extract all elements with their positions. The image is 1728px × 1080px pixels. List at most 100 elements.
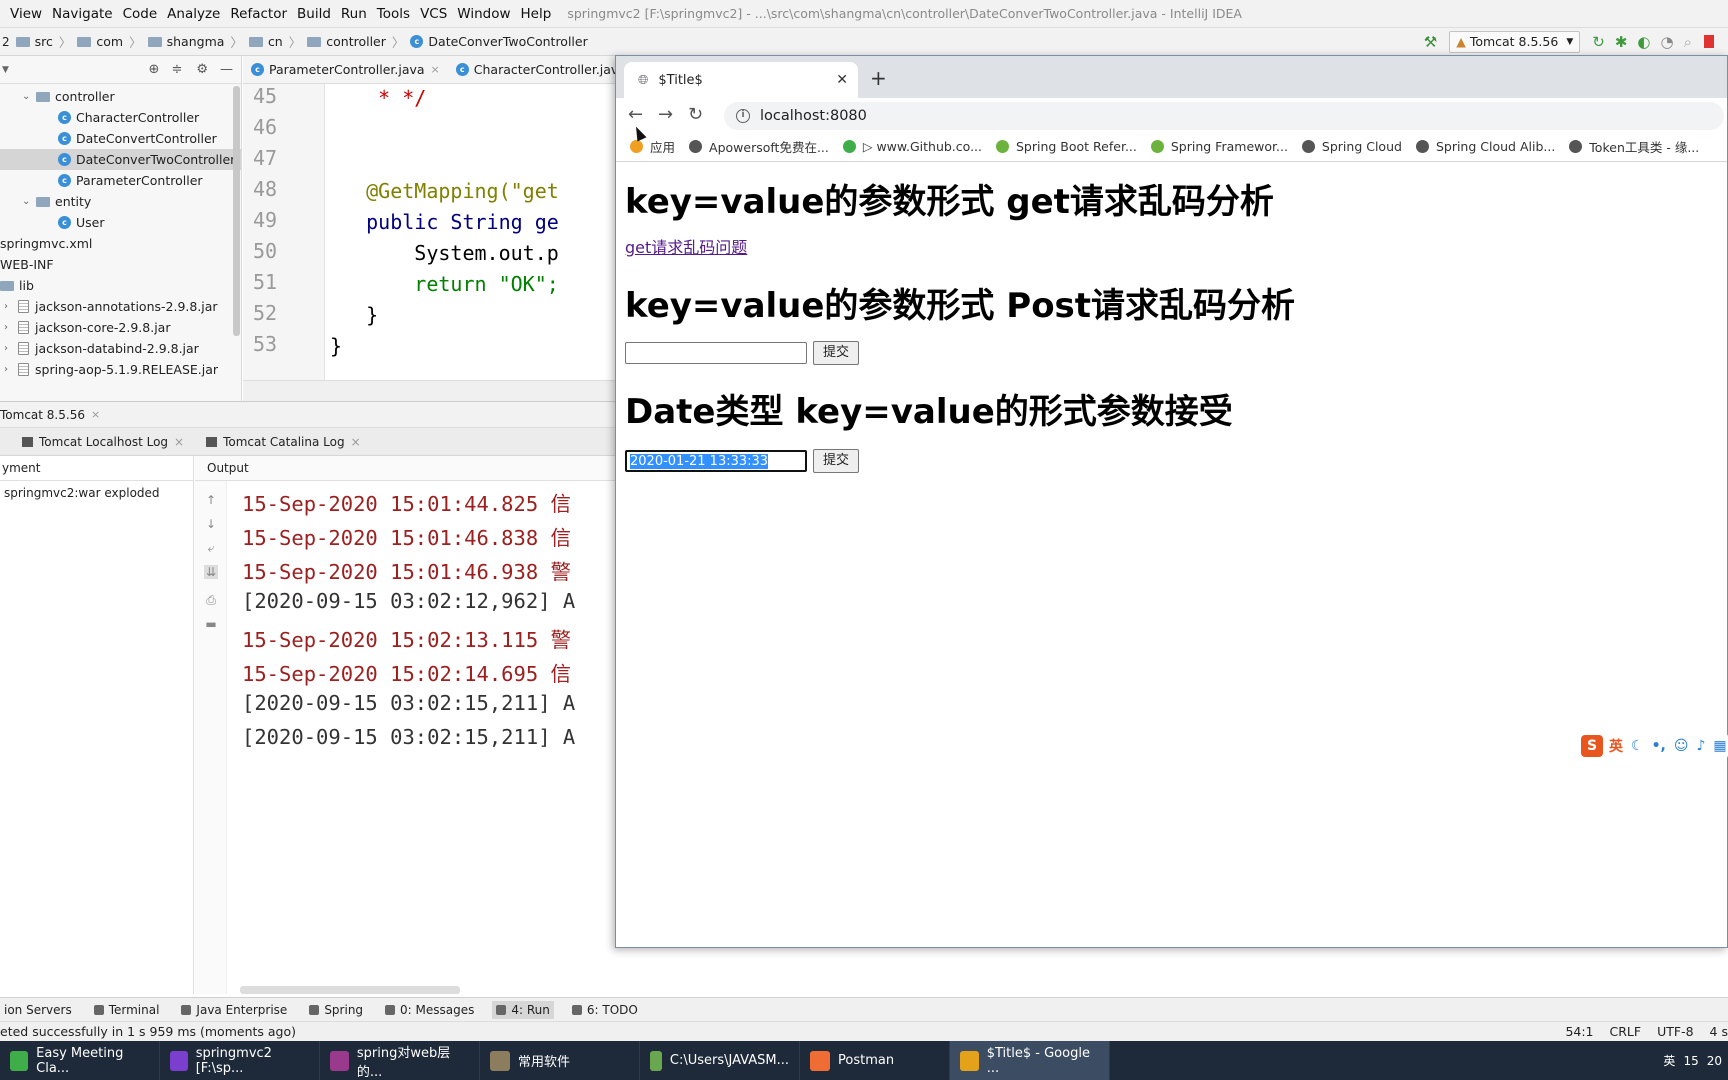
scroll-up-icon[interactable]: ↑ (204, 493, 218, 507)
breadcrumb-item[interactable]: src 〉 (15, 32, 71, 51)
taskbar-item[interactable]: C:\Users\JAVASM... (640, 1041, 800, 1080)
run-config-select[interactable]: ▲ Tomcat 8.5.56 ▼ (1449, 30, 1581, 53)
tree-item[interactable]: lib (0, 275, 241, 296)
moon-icon[interactable]: ☾ (1631, 738, 1644, 754)
taskbar-item[interactable]: Easy Meeting Cla... (0, 1041, 160, 1080)
menu-run[interactable]: Run (341, 6, 367, 22)
tree-item[interactable]: c DateConvertController (0, 128, 241, 149)
chevron-right-icon[interactable]: › (4, 359, 18, 380)
minimize-icon[interactable]: — (220, 62, 233, 77)
tree-item[interactable]: › jackson-annotations-2.9.8.jar (0, 296, 241, 317)
breadcrumb-item[interactable]: controller 〉 (307, 32, 404, 51)
run-tab[interactable]: Tomcat Catalina Log × (206, 435, 361, 449)
tree-scrollbar[interactable] (233, 86, 240, 336)
status-item[interactable]: 4 s (1710, 1024, 1728, 1039)
breadcrumb-item[interactable]: cn 〉 (248, 32, 301, 51)
menu-help[interactable]: Help (521, 6, 552, 22)
date-submit-button[interactable]: 提交 (813, 449, 859, 473)
tool-tab[interactable]: Spring (305, 1001, 367, 1019)
menu-analyze[interactable]: Analyze (167, 6, 220, 22)
tool-tab[interactable]: ion Servers (0, 1001, 76, 1019)
debug-icon[interactable]: ✱ (1615, 33, 1628, 51)
info-icon[interactable]: i (736, 109, 750, 123)
close-icon[interactable]: × (351, 435, 361, 449)
status-item[interactable]: CRLF (1610, 1024, 1642, 1039)
soft-wrap-icon[interactable]: ⤶ (204, 541, 218, 555)
menu-tools[interactable]: Tools (377, 6, 410, 22)
emoji-icon[interactable]: ☺ (1674, 738, 1689, 754)
coverage-icon[interactable]: ◐ (1637, 33, 1650, 51)
breadcrumb-item[interactable]: c DateConverTwoController (410, 34, 588, 49)
tree-item[interactable]: WEB-INF (0, 254, 241, 275)
bookmark-item[interactable]: Apowersoft免费在... (689, 137, 829, 156)
address-bar[interactable]: i localhost:8080 (724, 102, 1724, 130)
menu-view[interactable]: View (10, 6, 42, 22)
close-icon[interactable]: × (174, 435, 184, 449)
tool-tab[interactable]: 6: TODO (568, 1001, 642, 1019)
bookmark-item[interactable]: Spring Framewor... (1150, 139, 1288, 154)
keyboard-icon[interactable]: ▦ (1713, 738, 1726, 754)
tree-item[interactable]: c DateConverTwoController (0, 149, 241, 170)
bookmark-item[interactable]: ▷ www.Github.co... (842, 139, 982, 154)
back-icon[interactable]: ← (628, 104, 643, 125)
profile-icon[interactable]: ◔ (1661, 33, 1674, 51)
tree-item[interactable]: springmvc.xml (0, 233, 241, 254)
taskbar-item[interactable]: $Title$ - Google ... (950, 1041, 1110, 1080)
breadcrumb-item[interactable]: shangma 〉 (147, 32, 243, 51)
run-tab[interactable]: Tomcat Localhost Log × (22, 435, 184, 449)
output-hscrollbar[interactable] (240, 986, 460, 994)
chevron-down-icon[interactable]: ⌄ (22, 191, 36, 212)
bookmark-item[interactable]: Spring Cloud (1301, 139, 1402, 154)
bookmark-item[interactable]: Spring Boot Refer... (996, 139, 1137, 154)
reload-icon[interactable]: ↻ (688, 104, 703, 125)
editor-tab[interactable]: c ParameterController.java × (243, 56, 448, 84)
tool-tab[interactable]: Java Enterprise (177, 1001, 291, 1019)
menu-build[interactable]: Build (297, 6, 331, 22)
close-icon[interactable]: × (91, 408, 100, 421)
editor-hscrollbar[interactable] (243, 380, 616, 401)
tree-item[interactable]: › spring-aop-5.1.9.RELEASE.jar (0, 359, 241, 380)
tree-item[interactable]: c User (0, 212, 241, 233)
taskbar-item[interactable]: springmvc2 [F:\sp... (160, 1041, 320, 1080)
chevron-right-icon[interactable]: › (4, 338, 18, 359)
menu-window[interactable]: Window (457, 6, 510, 22)
search-icon[interactable]: ⌕ (1684, 33, 1692, 51)
close-tab-icon[interactable]: ✕ (836, 72, 848, 88)
bookmark-item[interactable]: Spring Cloud Alib... (1415, 139, 1555, 154)
tool-tab[interactable]: 4: Run (492, 1000, 554, 1019)
forward-icon[interactable]: → (658, 104, 673, 125)
chevron-right-icon[interactable]: › (4, 296, 18, 317)
tool-tab[interactable]: 0: Messages (381, 1001, 478, 1019)
status-item[interactable]: 54:1 (1565, 1024, 1593, 1039)
browser-tab[interactable]: 🌐︎ $Title$ ✕ (624, 62, 858, 98)
tree-item[interactable]: c ParameterController (0, 170, 241, 191)
ime-toolbar[interactable]: S 英 ☾ •, ☺ ♪ ▦ (1575, 733, 1728, 759)
scroll-end-icon[interactable]: ⇊ (204, 565, 218, 579)
chevron-down-icon[interactable]: ⌄ (22, 86, 36, 107)
bookmark-item[interactable]: Token工具类 - 缘... (1569, 137, 1699, 156)
breadcrumb-item[interactable]: com 〉 (77, 32, 142, 51)
tree-item[interactable]: › jackson-core-2.9.8.jar (0, 317, 241, 338)
menu-navigate[interactable]: Navigate (52, 6, 113, 22)
service-item[interactable]: springmvc2:war exploded (0, 481, 193, 500)
scroll-down-icon[interactable]: ↓ (204, 517, 218, 531)
stop-icon[interactable] (1704, 35, 1714, 48)
print-icon[interactable]: ⎙ (204, 593, 218, 607)
rerun-icon[interactable]: ↻ (1592, 33, 1605, 51)
menu-code[interactable]: Code (123, 6, 158, 22)
trash-icon[interactable]: ▬ (204, 617, 218, 631)
close-icon[interactable]: × (431, 63, 440, 76)
status-item[interactable]: UTF-8 (1657, 1024, 1693, 1039)
get-garbled-link[interactable]: get请求乱码问题 (625, 234, 747, 258)
gear-icon[interactable]: ⚙ (196, 62, 208, 77)
tray-item[interactable]: 20 (1707, 1054, 1722, 1068)
collapse-arrow-icon[interactable]: ▼ (2, 65, 9, 75)
taskbar-item[interactable]: Postman (800, 1041, 950, 1080)
post-submit-button[interactable]: 提交 (813, 341, 859, 365)
menu-refactor[interactable]: Refactor (230, 6, 287, 22)
collapse-all-icon[interactable]: ≑ (171, 62, 182, 77)
locate-icon[interactable]: ⊕ (149, 62, 160, 77)
chevron-right-icon[interactable]: › (4, 317, 18, 338)
build-hammer-icon[interactable]: ⚒ (1424, 33, 1437, 51)
mic-icon[interactable]: ♪ (1696, 738, 1705, 754)
